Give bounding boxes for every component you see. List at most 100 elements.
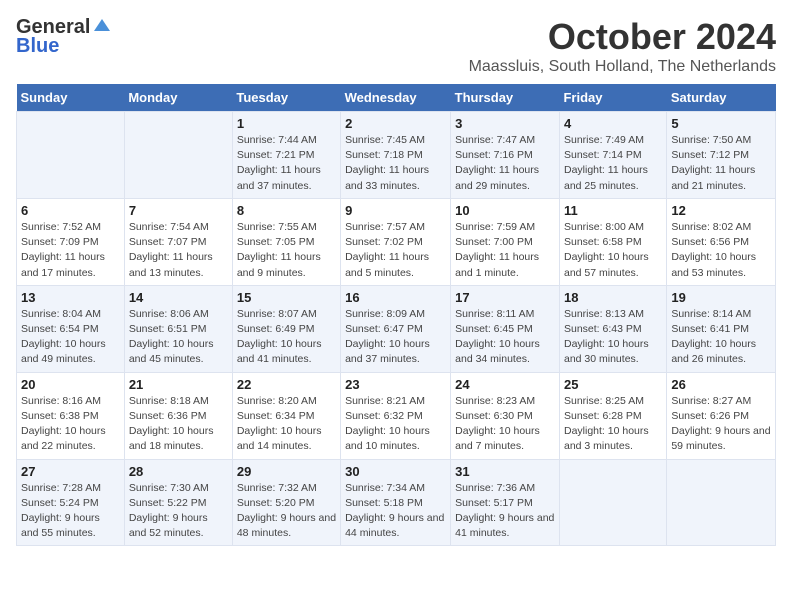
day-info: Sunrise: 7:34 AM Sunset: 5:18 PM Dayligh…	[345, 481, 446, 542]
day-info: Sunrise: 8:09 AM Sunset: 6:47 PM Dayligh…	[345, 307, 446, 368]
day-info: Sunrise: 7:57 AM Sunset: 7:02 PM Dayligh…	[345, 220, 446, 281]
logo-icon	[92, 17, 112, 37]
day-number: 25	[564, 377, 662, 392]
day-number: 4	[564, 116, 662, 131]
calendar-cell: 18Sunrise: 8:13 AM Sunset: 6:43 PM Dayli…	[559, 285, 666, 372]
calendar-cell	[667, 459, 776, 546]
day-number: 3	[455, 116, 555, 131]
calendar-cell: 10 Sunrise: 7:59 AM Sunset: 7:00 PM Dayli…	[451, 198, 560, 285]
calendar-cell: 16 Sunrise: 8:09 AM Sunset: 6:47 PM Dayli…	[341, 285, 451, 372]
day-number: 17	[455, 290, 555, 305]
calendar-cell: 28Sunrise: 7:30 AM Sunset: 5:22 PM Dayli…	[124, 459, 232, 546]
weekday-header-friday: Friday	[559, 84, 666, 112]
weekday-header-saturday: Saturday	[667, 84, 776, 112]
calendar-cell: 23 Sunrise: 8:21 AM Sunset: 6:32 PM Dayli…	[341, 372, 451, 459]
calendar-cell: 24 Sunrise: 8:23 AM Sunset: 6:30 PM Dayli…	[451, 372, 560, 459]
day-info: Sunrise: 8:06 AM Sunset: 6:51 PM Dayligh…	[129, 307, 228, 368]
day-number: 16	[345, 290, 446, 305]
calendar-cell	[124, 112, 232, 199]
day-number: 1	[237, 116, 336, 131]
week-row-1: 1Sunrise: 7:44 AM Sunset: 7:21 PM Daylig…	[17, 112, 776, 199]
calendar-cell: 13 Sunrise: 8:04 AM Sunset: 6:54 PM Dayli…	[17, 285, 125, 372]
day-number: 11	[564, 203, 662, 218]
day-number: 20	[21, 377, 120, 392]
day-info: Sunrise: 7:32 AM Sunset: 5:20 PM Dayligh…	[237, 481, 336, 542]
day-info: Sunrise: 8:11 AM Sunset: 6:45 PM Dayligh…	[455, 307, 555, 368]
day-number: 22	[237, 377, 336, 392]
calendar-cell: 17 Sunrise: 8:11 AM Sunset: 6:45 PM Dayli…	[451, 285, 560, 372]
weekday-header-tuesday: Tuesday	[232, 84, 340, 112]
calendar-cell: 4 Sunrise: 7:49 AM Sunset: 7:14 PM Daylig…	[559, 112, 666, 199]
day-number: 8	[237, 203, 336, 218]
day-number: 29	[237, 464, 336, 479]
day-info: Sunrise: 7:45 AM Sunset: 7:18 PM Dayligh…	[345, 133, 446, 194]
calendar-cell: 11Sunrise: 8:00 AM Sunset: 6:58 PM Dayli…	[559, 198, 666, 285]
calendar-cell	[559, 459, 666, 546]
day-info: Sunrise: 8:07 AM Sunset: 6:49 PM Dayligh…	[237, 307, 336, 368]
week-row-3: 13 Sunrise: 8:04 AM Sunset: 6:54 PM Dayli…	[17, 285, 776, 372]
calendar-cell: 12Sunrise: 8:02 AM Sunset: 6:56 PM Dayli…	[667, 198, 776, 285]
day-info: Sunrise: 7:54 AM Sunset: 7:07 PM Dayligh…	[129, 220, 228, 281]
calendar-cell: 29 Sunrise: 7:32 AM Sunset: 5:20 PM Dayli…	[232, 459, 340, 546]
day-info: Sunrise: 7:52 AM Sunset: 7:09 PM Dayligh…	[21, 220, 120, 281]
day-info: Sunrise: 8:20 AM Sunset: 6:34 PM Dayligh…	[237, 394, 336, 455]
calendar-cell: 21Sunrise: 8:18 AM Sunset: 6:36 PM Dayli…	[124, 372, 232, 459]
week-row-4: 20 Sunrise: 8:16 AM Sunset: 6:38 PM Dayli…	[17, 372, 776, 459]
day-info: Sunrise: 8:04 AM Sunset: 6:54 PM Dayligh…	[21, 307, 120, 368]
day-info: Sunrise: 8:13 AM Sunset: 6:43 PM Dayligh…	[564, 307, 662, 368]
logo-blue-text: Blue	[16, 35, 59, 58]
day-info: Sunrise: 8:21 AM Sunset: 6:32 PM Dayligh…	[345, 394, 446, 455]
day-number: 14	[129, 290, 228, 305]
week-row-2: 6 Sunrise: 7:52 AM Sunset: 7:09 PM Daylig…	[17, 198, 776, 285]
calendar-cell: 5 Sunrise: 7:50 AM Sunset: 7:12 PM Daylig…	[667, 112, 776, 199]
calendar-cell: 15 Sunrise: 8:07 AM Sunset: 6:49 PM Dayli…	[232, 285, 340, 372]
day-number: 28	[129, 464, 228, 479]
day-info: Sunrise: 8:16 AM Sunset: 6:38 PM Dayligh…	[21, 394, 120, 455]
day-info: Sunrise: 7:36 AM Sunset: 5:17 PM Dayligh…	[455, 481, 555, 542]
calendar-cell: 2 Sunrise: 7:45 AM Sunset: 7:18 PM Daylig…	[341, 112, 451, 199]
calendar-cell: 26Sunrise: 8:27 AM Sunset: 6:26 PM Dayli…	[667, 372, 776, 459]
weekday-header-row: SundayMondayTuesdayWednesdayThursdayFrid…	[17, 84, 776, 112]
day-info: Sunrise: 7:47 AM Sunset: 7:16 PM Dayligh…	[455, 133, 555, 194]
weekday-header-thursday: Thursday	[451, 84, 560, 112]
day-number: 12	[671, 203, 771, 218]
weekday-header-wednesday: Wednesday	[341, 84, 451, 112]
day-number: 19	[671, 290, 771, 305]
day-number: 10	[455, 203, 555, 218]
day-number: 2	[345, 116, 446, 131]
calendar-cell: 6 Sunrise: 7:52 AM Sunset: 7:09 PM Daylig…	[17, 198, 125, 285]
day-number: 30	[345, 464, 446, 479]
calendar-cell: 3 Sunrise: 7:47 AM Sunset: 7:16 PM Daylig…	[451, 112, 560, 199]
weekday-header-sunday: Sunday	[17, 84, 125, 112]
day-number: 15	[237, 290, 336, 305]
calendar-cell: 30 Sunrise: 7:34 AM Sunset: 5:18 PM Dayli…	[341, 459, 451, 546]
day-number: 23	[345, 377, 446, 392]
day-info: Sunrise: 7:55 AM Sunset: 7:05 PM Dayligh…	[237, 220, 336, 281]
day-number: 5	[671, 116, 771, 131]
day-number: 7	[129, 203, 228, 218]
day-info: Sunrise: 8:23 AM Sunset: 6:30 PM Dayligh…	[455, 394, 555, 455]
calendar-cell: 8 Sunrise: 7:55 AM Sunset: 7:05 PM Daylig…	[232, 198, 340, 285]
month-title: October 2024	[469, 16, 776, 58]
day-info: Sunrise: 8:27 AM Sunset: 6:26 PM Dayligh…	[671, 394, 771, 455]
day-number: 9	[345, 203, 446, 218]
logo: General Blue	[16, 16, 112, 58]
calendar-cell: 25 Sunrise: 8:25 AM Sunset: 6:28 PM Dayli…	[559, 372, 666, 459]
day-info: Sunrise: 8:25 AM Sunset: 6:28 PM Dayligh…	[564, 394, 662, 455]
day-info: Sunrise: 7:49 AM Sunset: 7:14 PM Dayligh…	[564, 133, 662, 194]
calendar-cell: 14 Sunrise: 8:06 AM Sunset: 6:51 PM Dayli…	[124, 285, 232, 372]
calendar-cell: 22 Sunrise: 8:20 AM Sunset: 6:34 PM Dayli…	[232, 372, 340, 459]
day-number: 27	[21, 464, 120, 479]
calendar-cell: 7 Sunrise: 7:54 AM Sunset: 7:07 PM Daylig…	[124, 198, 232, 285]
calendar-cell	[17, 112, 125, 199]
calendar-cell: 19Sunrise: 8:14 AM Sunset: 6:41 PM Dayli…	[667, 285, 776, 372]
weekday-header-monday: Monday	[124, 84, 232, 112]
page-header: General Blue October 2024 Maassluis, Sou…	[16, 16, 776, 76]
day-number: 6	[21, 203, 120, 218]
day-info: Sunrise: 7:59 AM Sunset: 7:00 PM Dayligh…	[455, 220, 555, 281]
day-number: 13	[21, 290, 120, 305]
day-number: 24	[455, 377, 555, 392]
calendar-cell: 31Sunrise: 7:36 AM Sunset: 5:17 PM Dayli…	[451, 459, 560, 546]
location-title: Maassluis, South Holland, The Netherland…	[469, 58, 776, 76]
day-info: Sunrise: 7:50 AM Sunset: 7:12 PM Dayligh…	[671, 133, 771, 194]
